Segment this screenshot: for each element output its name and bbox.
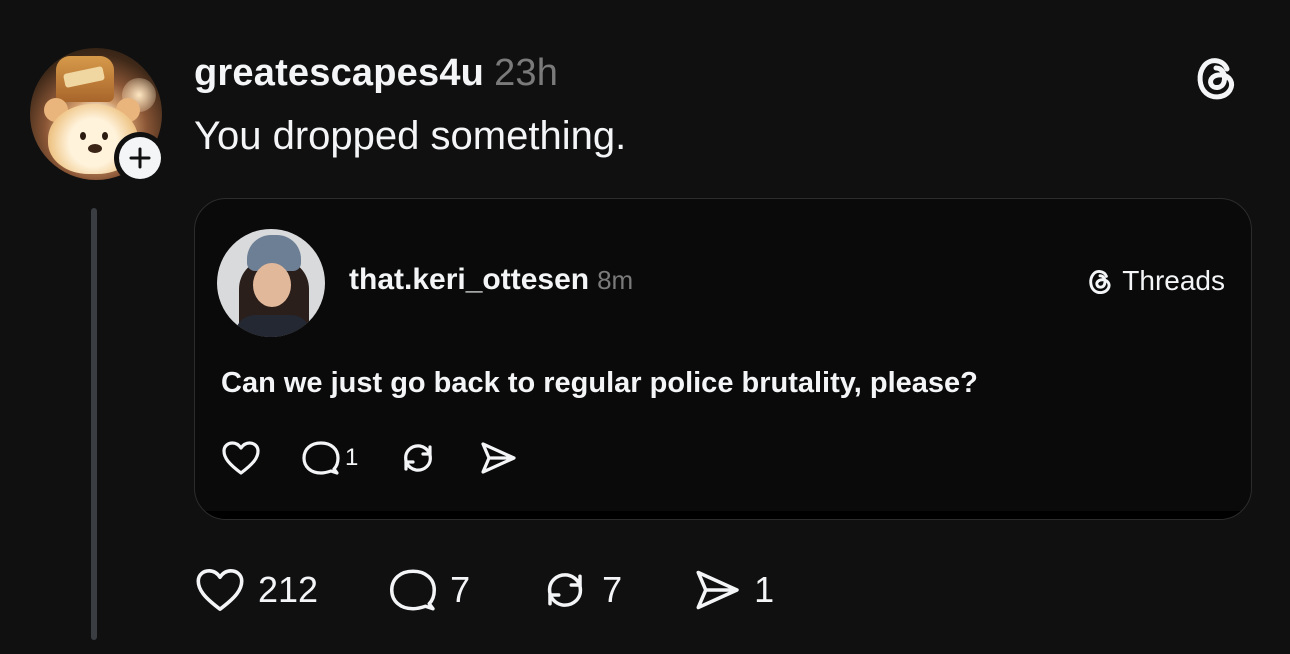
reply-count: 7 (450, 569, 471, 610)
heart-icon (222, 441, 260, 475)
comment-icon (302, 441, 340, 475)
reply-button[interactable]: 7 (388, 566, 470, 614)
heart-icon (196, 569, 244, 611)
repost-icon (547, 573, 583, 607)
threads-logo-icon[interactable] (1192, 52, 1240, 102)
send-icon (696, 570, 739, 610)
quoted-reply-button[interactable]: 1 (301, 439, 358, 477)
repost-count: 7 (602, 569, 623, 610)
quoted-post-text: Can we just go back to regular police br… (221, 367, 978, 399)
send-icon (481, 442, 516, 474)
share-button[interactable]: 1 (692, 566, 774, 614)
post-text: You dropped something. (194, 114, 627, 158)
repost-button[interactable]: 7 (540, 566, 622, 614)
quoted-repost-button[interactable] (398, 439, 438, 477)
like-count: 212 (258, 569, 319, 610)
plus-icon (129, 147, 151, 169)
post-header: greatescapes4u 23h (194, 52, 558, 95)
share-count: 1 (754, 569, 775, 610)
quoted-brand: Threads (1086, 265, 1225, 297)
quoted-post-actions: 1 (221, 439, 558, 477)
post-timestamp: 23h (494, 52, 559, 94)
comment-icon (390, 569, 437, 611)
quoted-like-button[interactable] (221, 440, 261, 476)
quoted-brand-label: Threads (1122, 265, 1225, 296)
threads-logo-icon (1089, 270, 1111, 295)
quoted-reply-count: 1 (345, 444, 359, 471)
quoted-author-username[interactable]: that.keri_ottesen (349, 263, 589, 296)
follow-button[interactable] (114, 132, 166, 184)
thread-line (91, 208, 97, 640)
quoted-post-timestamp: 8m (597, 265, 634, 295)
quoted-author-avatar[interactable] (217, 229, 325, 337)
quoted-post-header: that.keri_ottesen 8m (349, 263, 633, 297)
quoted-share-button[interactable] (478, 439, 518, 477)
repost-icon (404, 444, 433, 472)
quoted-post-card[interactable]: that.keri_ottesen 8m Threads Can we just … (194, 198, 1252, 520)
author-username[interactable]: greatescapes4u (194, 52, 484, 94)
post-actions: 212 7 7 1 (194, 566, 844, 614)
like-button[interactable]: 212 (194, 567, 318, 613)
